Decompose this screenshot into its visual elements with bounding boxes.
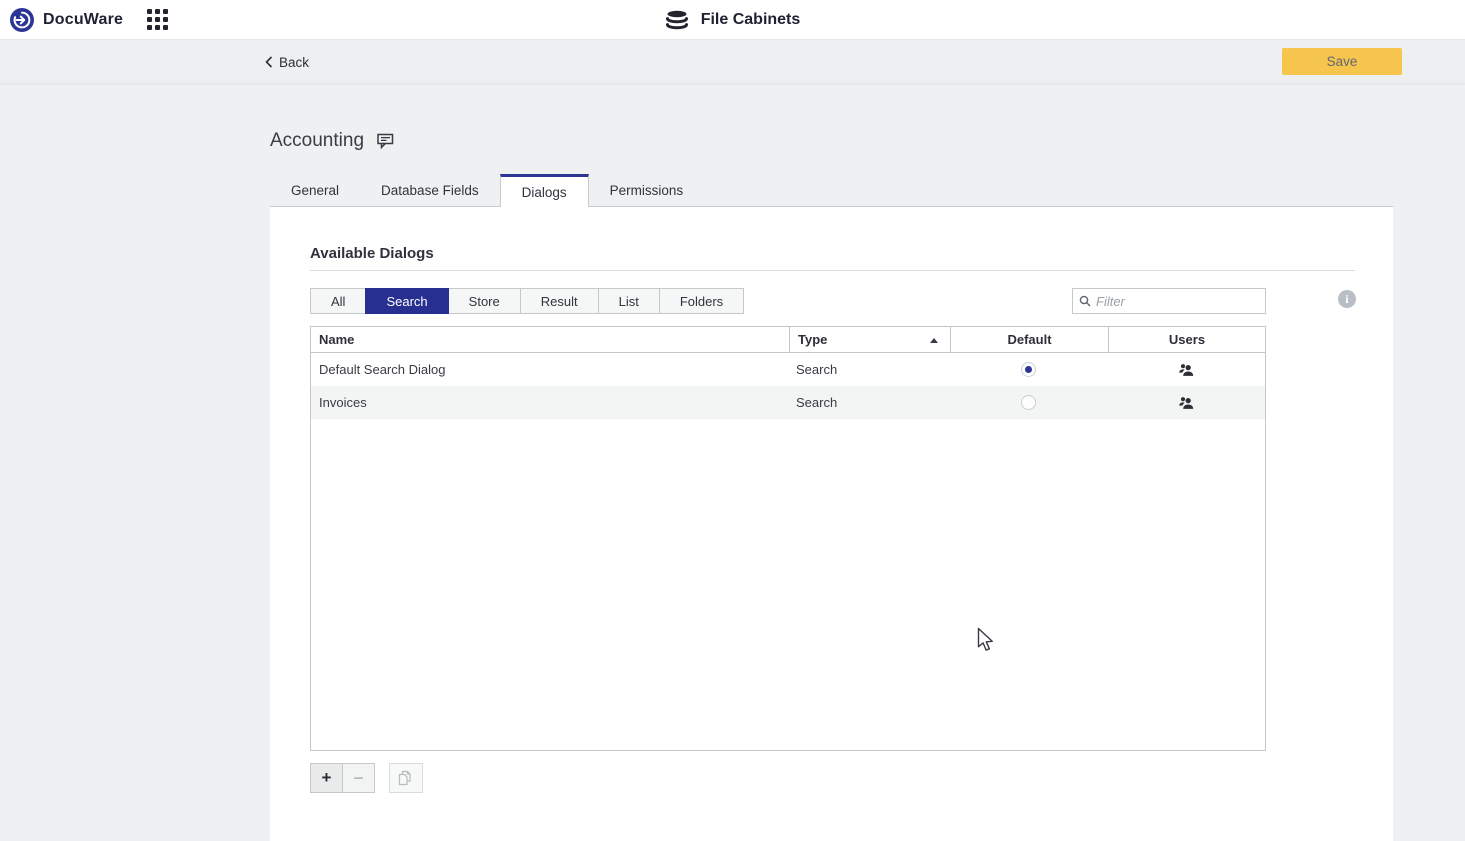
dialogs-table-header: Name Type Default Users — [310, 326, 1266, 353]
back-label: Back — [279, 55, 309, 70]
column-header-name[interactable]: Name — [311, 327, 789, 352]
section-divider — [310, 270, 1355, 271]
file-cabinets-icon — [665, 10, 689, 31]
dialog-name: Default Search Dialog — [311, 362, 788, 377]
tab-database-fields[interactable]: Database Fields — [360, 174, 500, 207]
tab-label: Dialogs — [522, 185, 567, 200]
add-dialog-button[interactable]: + — [310, 763, 343, 793]
column-header-users[interactable]: Users — [1108, 327, 1265, 352]
dialog-type: Search — [788, 395, 949, 410]
dialog-type-filter: All Search Store Result List Folders — [310, 288, 744, 314]
table-row-default-search-dialog[interactable]: Default Search Dialog Search — [311, 353, 1265, 386]
users-icon[interactable] — [1178, 396, 1194, 410]
back-button[interactable]: Back — [265, 55, 309, 70]
column-header-type[interactable]: Type — [789, 327, 950, 352]
column-header-default[interactable]: Default — [950, 327, 1108, 352]
page-header: File Cabinets — [0, 0, 1465, 40]
cabinet-title: Accounting — [270, 130, 364, 152]
filter-label: Result — [541, 294, 578, 309]
apps-grid-icon[interactable] — [147, 9, 169, 31]
remove-dialog-button[interactable]: − — [342, 763, 375, 793]
docuware-file-cabinets-page: { "header": { "brand": "DocuWare", "titl… — [0, 0, 1465, 841]
default-radio[interactable] — [1021, 395, 1036, 410]
filter-label: All — [331, 294, 345, 309]
dialog-type: Search — [788, 362, 949, 377]
filter-folders-button[interactable]: Folders — [659, 288, 744, 314]
page-title: File Cabinets — [701, 11, 801, 29]
users-icon[interactable] — [1178, 363, 1194, 377]
tab-label: General — [291, 183, 339, 198]
filter-search-button[interactable]: Search — [365, 288, 448, 314]
action-toolbar: Back Save — [0, 41, 1465, 83]
info-icon[interactable]: i — [1338, 290, 1356, 308]
table-row-invoices[interactable]: Invoices Search — [311, 386, 1265, 419]
table-actions: + − — [310, 763, 423, 793]
filter-store-button[interactable]: Store — [448, 288, 521, 314]
search-icon — [1079, 295, 1091, 307]
docuware-logo-icon — [10, 8, 34, 32]
filter-label: Folders — [680, 294, 723, 309]
tab-general[interactable]: General — [270, 174, 360, 207]
column-label: Default — [1007, 332, 1051, 347]
tab-permissions[interactable]: Permissions — [589, 174, 705, 207]
column-label: Users — [1169, 332, 1205, 347]
dialogs-panel: Available Dialogs All Search Store Resul… — [270, 207, 1393, 841]
default-radio[interactable] — [1021, 362, 1036, 377]
save-button[interactable]: Save — [1282, 48, 1402, 75]
column-label: Type — [798, 332, 827, 347]
filter-all-button[interactable]: All — [310, 288, 366, 314]
filter-label: List — [619, 294, 639, 309]
brand-name: DocuWare — [43, 11, 123, 29]
column-label: Name — [319, 332, 354, 347]
filter-result-button[interactable]: Result — [520, 288, 599, 314]
comment-icon[interactable] — [377, 133, 394, 154]
sort-asc-icon — [930, 338, 938, 343]
section-heading: Available Dialogs — [310, 245, 434, 262]
filter-input[interactable] — [1096, 294, 1259, 309]
tab-label: Permissions — [610, 183, 684, 198]
filter-label: Store — [469, 294, 500, 309]
top-bar: DocuWare File Cabinets — [0, 0, 1465, 40]
dialogs-table-body: Default Search Dialog Search Invoices Se… — [310, 353, 1266, 751]
copy-dialog-button[interactable] — [389, 763, 423, 793]
filter-label: Search — [386, 294, 427, 309]
brand[interactable]: DocuWare — [10, 8, 123, 32]
copy-icon — [398, 770, 414, 786]
filter-search-box — [1072, 288, 1266, 314]
filter-list-button[interactable]: List — [598, 288, 660, 314]
cabinet-tabs: General Database Fields Dialogs Permissi… — [270, 174, 1393, 207]
dialog-name: Invoices — [311, 395, 788, 410]
tab-label: Database Fields — [381, 183, 479, 198]
back-chevron-icon — [265, 56, 273, 68]
tab-dialogs[interactable]: Dialogs — [500, 174, 589, 207]
